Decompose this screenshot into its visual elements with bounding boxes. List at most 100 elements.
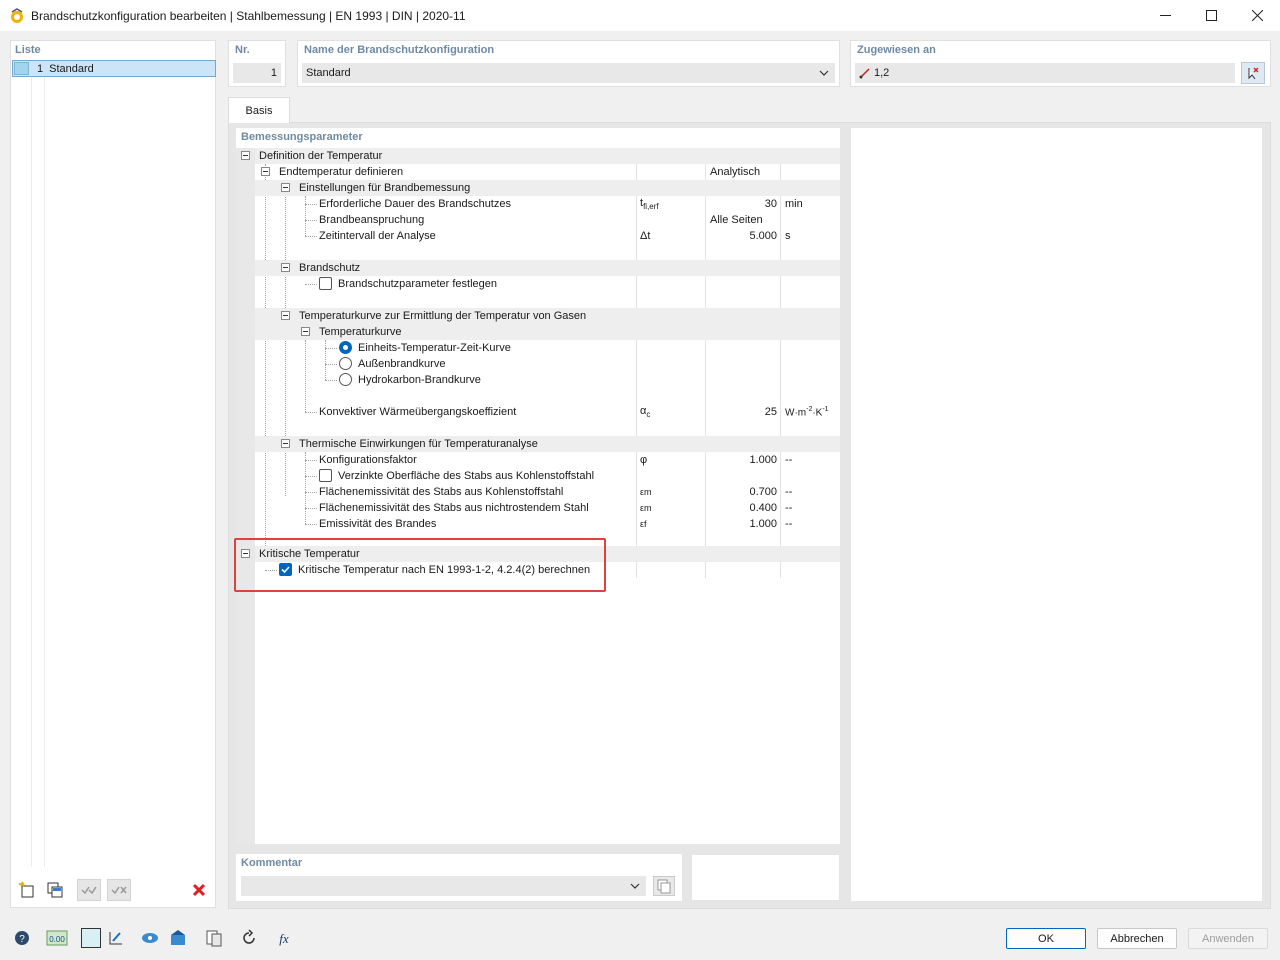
row-label: Verzinkte Oberfläche des Stabs aus Kohle… (338, 470, 595, 482)
model-button[interactable] (166, 927, 190, 949)
row-config-factor[interactable]: Konfigurationsfaktor φ 1.000 -- (255, 452, 840, 468)
view-button[interactable] (138, 927, 162, 949)
tree-line (305, 460, 317, 461)
row-fire-protection-params[interactable]: Brandschutzparameter festlegen (255, 276, 840, 292)
row-value[interactable]: 25 (765, 406, 777, 418)
row-symbol: Δt (640, 230, 651, 242)
collapse-icon[interactable] (281, 183, 290, 192)
name-combobox[interactable]: Standard (302, 63, 835, 83)
group-fire-design-settings[interactable]: Einstellungen für Brandbemessung (255, 180, 840, 196)
row-value[interactable]: 1.000 (749, 518, 777, 530)
group-fire-protection[interactable]: Brandschutz (255, 260, 840, 276)
row-convective-coeff[interactable]: Konvektiver Wärmeübergangskoeffizient αc… (255, 404, 840, 420)
curve-option-radio[interactable] (339, 341, 352, 354)
list-panel: Liste 1 Standard (10, 40, 216, 908)
collapse-icon[interactable] (261, 167, 270, 176)
row-curve-option[interactable]: Außenbrandkurve (255, 356, 840, 372)
reset-icon (243, 929, 255, 944)
group-label: Einstellungen für Brandbemessung (299, 182, 471, 194)
maximize-button[interactable] (1188, 0, 1234, 31)
list-gridline (31, 77, 32, 867)
member-select-button[interactable] (104, 927, 128, 949)
number-box: Nr. 1 (228, 40, 286, 87)
collapse-icon[interactable] (281, 263, 290, 272)
number-field[interactable]: 1 (233, 63, 281, 83)
tree-line (305, 236, 317, 237)
table-button[interactable] (202, 927, 226, 949)
row-value[interactable]: 0.700 (749, 486, 777, 498)
row-value[interactable]: 30 (765, 198, 777, 210)
reset-button[interactable] (237, 927, 261, 949)
highlight-frame (234, 538, 606, 592)
decimals-button[interactable]: 0.00 (45, 927, 69, 949)
number-label: Nr. (235, 44, 250, 56)
group-definition-temperature[interactable]: Definition der Temperatur (241, 148, 840, 164)
row-unit-mid: ·K (812, 407, 823, 419)
group-label: Brandschutz (299, 262, 361, 274)
row-unit: -- (785, 486, 793, 498)
color-swatch (14, 62, 29, 75)
curve-option-radio[interactable] (339, 373, 352, 386)
collapse-icon[interactable] (241, 151, 250, 160)
row-emissivity-fire[interactable]: Emissivität des Brandes εf 1.000 -- (255, 516, 840, 532)
color-swatch-icon (81, 928, 101, 948)
row-emissivity-carbon[interactable]: Flächenemissivität des Stabs aus Kohlens… (255, 484, 840, 500)
row-value[interactable]: 0.400 (749, 502, 777, 514)
tree-line (305, 204, 317, 205)
ok-button[interactable]: OK (1006, 928, 1086, 949)
curve-option-radio[interactable] (339, 357, 352, 370)
color-button[interactable] (79, 927, 103, 949)
row-value[interactable]: Analytisch (710, 166, 760, 178)
row-galvanized-surface[interactable]: Verzinkte Oberfläche des Stabs aus Kohle… (255, 468, 840, 484)
apply-button[interactable]: Anwenden (1188, 928, 1268, 949)
assigned-value: 1,2 (874, 67, 890, 79)
row-label: Brandschutzparameter festlegen (338, 278, 497, 290)
assigned-label: Zugewiesen an (857, 44, 936, 56)
tab-basis[interactable]: Basis (228, 97, 290, 123)
list-item[interactable]: 1 Standard (12, 60, 216, 77)
copy-item-button[interactable] (43, 879, 67, 901)
collapse-icon[interactable] (281, 439, 290, 448)
row-label: Endtemperatur definieren (279, 166, 404, 178)
cancel-button[interactable]: Abbrechen (1097, 928, 1177, 949)
row-value[interactable]: 1.000 (749, 454, 777, 466)
comment-combobox[interactable] (241, 876, 646, 896)
row-value[interactable]: 5.000 (749, 230, 777, 242)
row-unit: s (785, 230, 791, 242)
row-emissivity-stainless[interactable]: Flächenemissivität des Stabs aus nichtro… (255, 500, 840, 516)
formula-button[interactable]: fx (272, 927, 296, 949)
group-thermal-actions[interactable]: Thermische Einwirkungen für Temperaturan… (255, 436, 840, 452)
copy-comment-button[interactable] (653, 876, 675, 896)
group-temp-curve[interactable]: Temperaturkurve (255, 324, 840, 340)
group-label: Temperaturkurve zur Ermittlung der Tempe… (299, 310, 587, 322)
minimize-button[interactable] (1142, 0, 1188, 31)
spacer-row (255, 292, 840, 308)
row-curve-option[interactable]: Einheits-Temperatur-Zeit-Kurve (255, 340, 840, 356)
collapse-icon[interactable] (281, 311, 290, 320)
fire-protection-params-checkbox[interactable] (319, 277, 332, 290)
group-label: Definition der Temperatur (259, 150, 383, 162)
select-members-button[interactable] (1241, 62, 1265, 84)
svg-text:0.00: 0.00 (49, 935, 65, 944)
row-end-temperature[interactable]: Endtemperatur definieren Analytisch (255, 164, 840, 180)
delete-item-button[interactable] (187, 879, 211, 901)
check-all-button[interactable] (77, 879, 101, 901)
assigned-field[interactable]: 1,2 (855, 63, 1235, 83)
tree-line (305, 476, 317, 477)
row-value[interactable]: Alle Seiten (710, 214, 763, 226)
collapse-icon[interactable] (301, 327, 310, 336)
new-item-button[interactable] (15, 879, 39, 901)
row-symbol: εf (640, 519, 647, 529)
list-toolbar (15, 879, 213, 903)
row-label: Brandbeanspruchung (319, 214, 425, 226)
galvanized-surface-checkbox[interactable] (319, 469, 332, 482)
parameters-label: Bemessungsparameter (241, 131, 363, 143)
help-button[interactable]: ? (10, 927, 34, 949)
row-fire-exposure[interactable]: Brandbeanspruchung Alle Seiten (255, 212, 840, 228)
row-required-duration[interactable]: Erforderliche Dauer des Brandschutzes tf… (255, 196, 840, 212)
row-curve-option[interactable]: Hydrokarbon-Brandkurve (255, 372, 840, 388)
close-window-button[interactable] (1234, 0, 1280, 31)
row-time-interval[interactable]: Zeitintervall der Analyse Δt 5.000 s (255, 228, 840, 244)
uncheck-button[interactable] (107, 879, 131, 901)
group-temp-curve-gases[interactable]: Temperaturkurve zur Ermittlung der Tempe… (255, 308, 840, 324)
